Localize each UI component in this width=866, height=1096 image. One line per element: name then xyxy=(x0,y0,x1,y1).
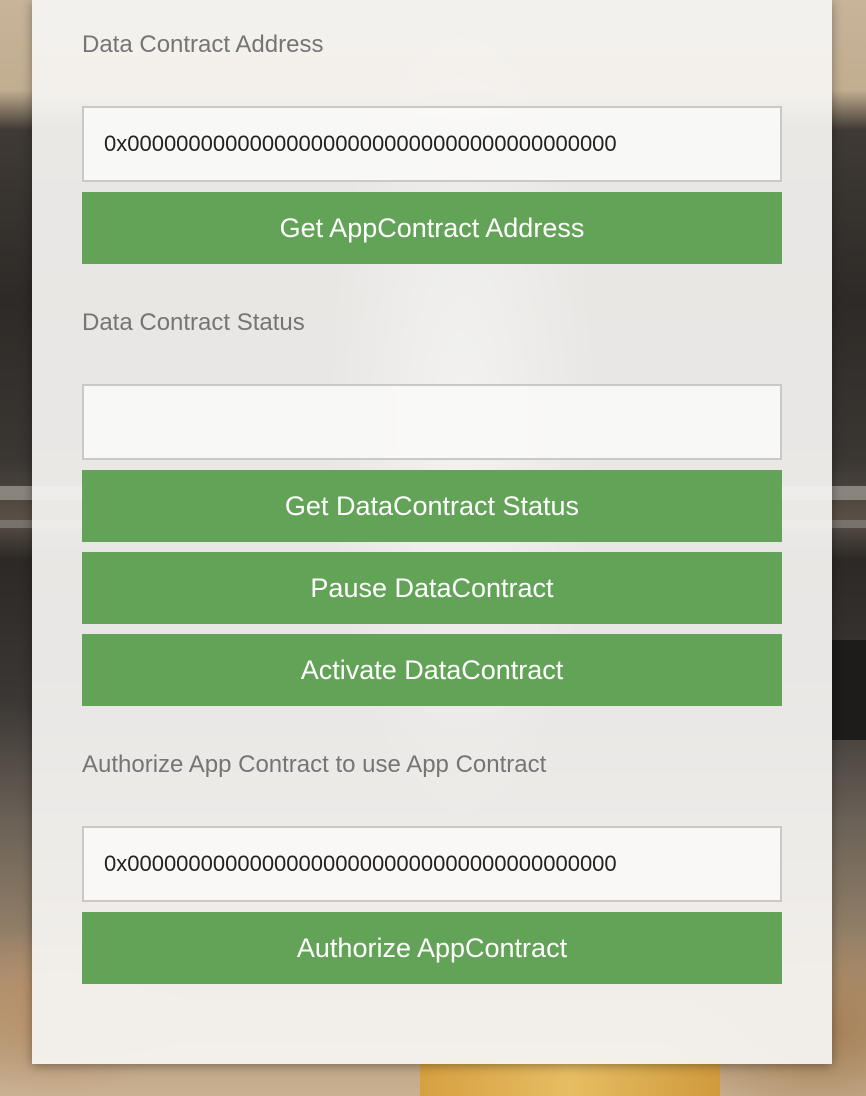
background-shadow xyxy=(832,640,866,740)
data-contract-address-input[interactable] xyxy=(82,106,782,182)
activate-data-contract-button[interactable]: Activate DataContract xyxy=(82,634,782,706)
data-contract-status-label: Data Contract Status xyxy=(82,309,305,336)
data-contract-address-label: Data Contract Address xyxy=(82,31,324,58)
pause-data-contract-button[interactable]: Pause DataContract xyxy=(82,552,782,624)
background-highlight xyxy=(420,1060,720,1096)
contract-panel: Data Contract Address Get AppContract Ad… xyxy=(32,0,832,1064)
authorize-app-contract-button[interactable]: Authorize AppContract xyxy=(82,912,782,984)
authorize-app-contract-label: Authorize App Contract to use App Contra… xyxy=(82,751,547,778)
authorize-app-contract-input[interactable] xyxy=(82,826,782,902)
get-app-contract-address-button[interactable]: Get AppContract Address xyxy=(82,192,782,264)
data-contract-status-input[interactable] xyxy=(82,384,782,460)
get-data-contract-status-button[interactable]: Get DataContract Status xyxy=(82,470,782,542)
